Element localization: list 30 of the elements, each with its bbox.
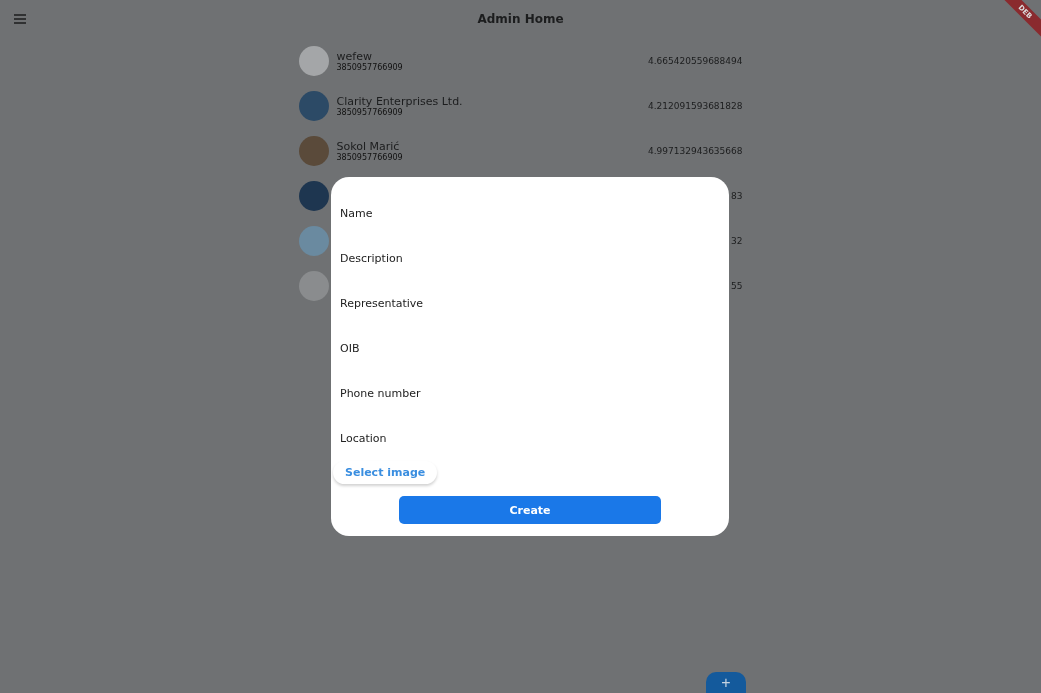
menu-button[interactable] [14, 14, 26, 24]
company-name: Clarity Enterprises Ltd. [336, 94, 464, 108]
add-button[interactable]: + [706, 672, 746, 693]
page-title: Admin Home [476, 12, 565, 26]
company-phone: 3850957766909 [336, 152, 404, 162]
select-image-button[interactable]: Select image [333, 461, 438, 484]
menu-icon [14, 14, 26, 24]
create-button[interactable]: Create [399, 496, 661, 524]
company-name: wefew [336, 49, 373, 63]
avatar-photo [298, 270, 329, 301]
avatar-photo [298, 225, 329, 256]
input-field[interactable]: Name [331, 191, 729, 236]
company-rating: 83 [731, 190, 743, 201]
company-rating: 55 [731, 280, 743, 291]
input-field[interactable]: Representative [331, 281, 729, 326]
company-rating: 4.997132943635668 [648, 145, 743, 156]
company-rating: 4.212091593681828 [648, 100, 743, 111]
company-phone: 3850957766909 [336, 107, 404, 117]
avatar-photo [298, 90, 329, 121]
input-field[interactable]: Description [331, 236, 729, 281]
input-field[interactable]: Location [331, 416, 729, 461]
input-field[interactable]: Phone number [331, 371, 729, 416]
avatar-photo [298, 135, 329, 166]
company-phone: 3850957766909 [336, 62, 404, 72]
company-rating: 4.665420559688494 [648, 55, 743, 66]
avatar-photo [298, 180, 329, 211]
avatar-photo [298, 45, 329, 76]
input-field[interactable]: OIB [331, 326, 729, 371]
company-rating: 32 [731, 235, 743, 246]
company-name: Sokol Marić [336, 139, 401, 153]
